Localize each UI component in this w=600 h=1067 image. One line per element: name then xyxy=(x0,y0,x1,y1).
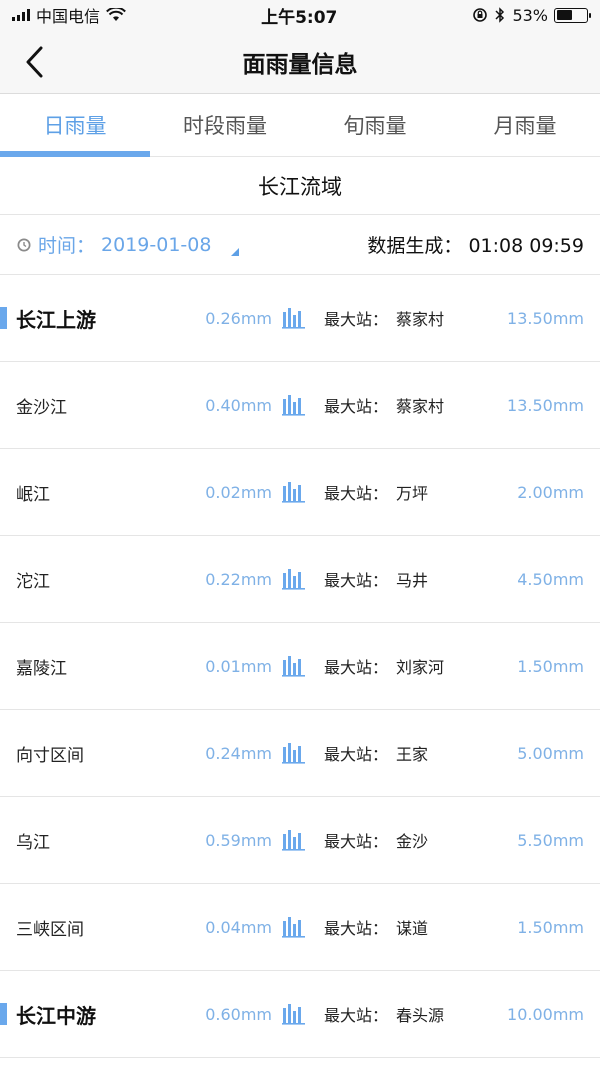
clock-icon xyxy=(17,238,31,251)
battery-percent: 53% xyxy=(512,5,548,25)
avg-rainfall: 0.59mm xyxy=(205,830,272,850)
max-rainfall: 13.50mm xyxy=(507,395,584,415)
battery-icon xyxy=(554,7,591,23)
dropdown-triangle-icon xyxy=(231,247,240,256)
rotation-lock-icon xyxy=(473,8,488,22)
tab-period[interactable]: 时段雨量 xyxy=(150,94,300,156)
nav-bar: 面雨量信息 xyxy=(0,30,600,94)
chevron-left-icon xyxy=(26,46,43,78)
bar-chart-icon[interactable] xyxy=(282,1003,306,1025)
max-rainfall: 2.00mm xyxy=(517,482,584,502)
date-value: 2019-01-08 xyxy=(101,233,212,256)
max-station-label: 最大站： xyxy=(324,832,389,851)
max-rainfall: 5.50mm xyxy=(517,830,584,850)
status-left: 中国电信 xyxy=(12,3,126,27)
list-item-middle-yangtze[interactable]: 长江中游 0.60mm 最大站： 春头源 10.00mm xyxy=(0,971,600,1058)
max-rainfall: 13.50mm xyxy=(507,308,584,328)
max-station-name: 王家 xyxy=(396,745,429,764)
max-station-label: 最大站： xyxy=(324,310,389,329)
basin-name: 嘉陵江 xyxy=(16,658,67,679)
max-station-label: 最大站： xyxy=(324,1006,389,1025)
max-rainfall: 4.50mm xyxy=(517,569,584,589)
max-station-name: 蔡家村 xyxy=(396,397,445,416)
back-button[interactable] xyxy=(24,44,54,80)
bar-chart-icon[interactable] xyxy=(282,742,306,764)
region-title: 长江流域 xyxy=(0,157,600,215)
generated-value: 01:08 09:59 xyxy=(468,235,584,257)
bar-chart-icon[interactable] xyxy=(282,481,306,503)
basin-list: 长江上游 0.26mm 最大站： 蔡家村 13.50mm 金沙江 0.40mm … xyxy=(0,275,600,1058)
group-marker xyxy=(0,1003,7,1025)
basin-name: 长江上游 xyxy=(16,307,96,332)
generated-label: 数据生成： xyxy=(367,235,463,257)
max-station-name: 谋道 xyxy=(396,919,429,938)
time-label: 时间： xyxy=(38,235,96,257)
max-rainfall: 5.00mm xyxy=(517,743,584,763)
date-picker[interactable]: 时间： 2019-01-08 xyxy=(16,231,240,258)
page-title: 面雨量信息 xyxy=(242,51,358,78)
avg-rainfall: 0.22mm xyxy=(205,569,272,589)
status-right: 53% xyxy=(472,5,591,25)
max-station-name: 金沙 xyxy=(396,832,429,851)
tab-ten-day[interactable]: 旬雨量 xyxy=(300,94,450,156)
wifi-icon xyxy=(106,8,126,21)
data-generated: 数据生成： 01:08 09:59 xyxy=(367,231,584,258)
max-rainfall: 1.50mm xyxy=(517,917,584,937)
time-row: 时间： 2019-01-08 数据生成： 01:08 09:59 xyxy=(0,215,600,275)
list-item-xiangcun[interactable]: 向寸区间 0.24mm 最大站： 王家 5.00mm xyxy=(0,710,600,797)
bar-chart-icon[interactable] xyxy=(282,916,306,938)
list-item-wu[interactable]: 乌江 0.59mm 最大站： 金沙 5.50mm xyxy=(0,797,600,884)
status-bar: 中国电信 上午5:07 53% xyxy=(0,0,600,30)
tab-daily[interactable]: 日雨量 xyxy=(0,94,150,157)
basin-name: 三峡区间 xyxy=(16,919,84,940)
max-station-name: 万坪 xyxy=(396,484,429,503)
basin-name: 金沙江 xyxy=(16,397,67,418)
avg-rainfall: 0.26mm xyxy=(205,308,272,328)
max-station-name: 马井 xyxy=(396,571,429,590)
tab-bar: 日雨量 时段雨量 旬雨量 月雨量 xyxy=(0,94,600,157)
list-item-jinsha[interactable]: 金沙江 0.40mm 最大站： 蔡家村 13.50mm xyxy=(0,362,600,449)
max-station-name: 春头源 xyxy=(396,1006,445,1025)
basin-name: 沱江 xyxy=(16,571,50,592)
app-screen: 中国电信 上午5:07 53% 面雨量信息 日雨量 时段雨量 旬雨量 月雨量 长… xyxy=(0,0,600,1067)
signal-icon xyxy=(12,9,30,21)
group-marker xyxy=(0,307,7,329)
list-item-jialing[interactable]: 嘉陵江 0.01mm 最大站： 刘家河 1.50mm xyxy=(0,623,600,710)
tab-monthly[interactable]: 月雨量 xyxy=(450,94,600,156)
bar-chart-icon[interactable] xyxy=(282,307,306,329)
list-item-min[interactable]: 岷江 0.02mm 最大站： 万坪 2.00mm xyxy=(0,449,600,536)
max-station-label: 最大站： xyxy=(324,484,389,503)
basin-name: 长江中游 xyxy=(16,1003,96,1028)
max-rainfall: 10.00mm xyxy=(507,1004,584,1024)
avg-rainfall: 0.60mm xyxy=(205,1004,272,1024)
max-station-name: 刘家河 xyxy=(396,658,445,677)
status-time: 上午5:07 xyxy=(261,7,338,28)
list-item-upper-yangtze[interactable]: 长江上游 0.26mm 最大站： 蔡家村 13.50mm xyxy=(0,275,600,362)
max-rainfall: 1.50mm xyxy=(517,656,584,676)
bar-chart-icon[interactable] xyxy=(282,568,306,590)
basin-name: 岷江 xyxy=(16,484,50,505)
max-station-name: 蔡家村 xyxy=(396,310,445,329)
bluetooth-icon xyxy=(495,7,505,23)
carrier-label: 中国电信 xyxy=(36,7,101,26)
max-station-label: 最大站： xyxy=(324,571,389,590)
max-station-label: 最大站： xyxy=(324,745,389,764)
bar-chart-icon[interactable] xyxy=(282,655,306,677)
bar-chart-icon[interactable] xyxy=(282,829,306,851)
bar-chart-icon[interactable] xyxy=(282,394,306,416)
list-item-three-gorges[interactable]: 三峡区间 0.04mm 最大站： 谋道 1.50mm xyxy=(0,884,600,971)
avg-rainfall: 0.04mm xyxy=(205,917,272,937)
list-item-tuo[interactable]: 沱江 0.22mm 最大站： 马井 4.50mm xyxy=(0,536,600,623)
avg-rainfall: 0.01mm xyxy=(205,656,272,676)
basin-name: 乌江 xyxy=(16,832,50,853)
avg-rainfall: 0.24mm xyxy=(205,743,272,763)
max-station-label: 最大站： xyxy=(324,397,389,416)
max-station-label: 最大站： xyxy=(324,658,389,677)
avg-rainfall: 0.40mm xyxy=(205,395,272,415)
basin-name: 向寸区间 xyxy=(16,745,84,766)
max-station-label: 最大站： xyxy=(324,919,389,938)
avg-rainfall: 0.02mm xyxy=(205,482,272,502)
